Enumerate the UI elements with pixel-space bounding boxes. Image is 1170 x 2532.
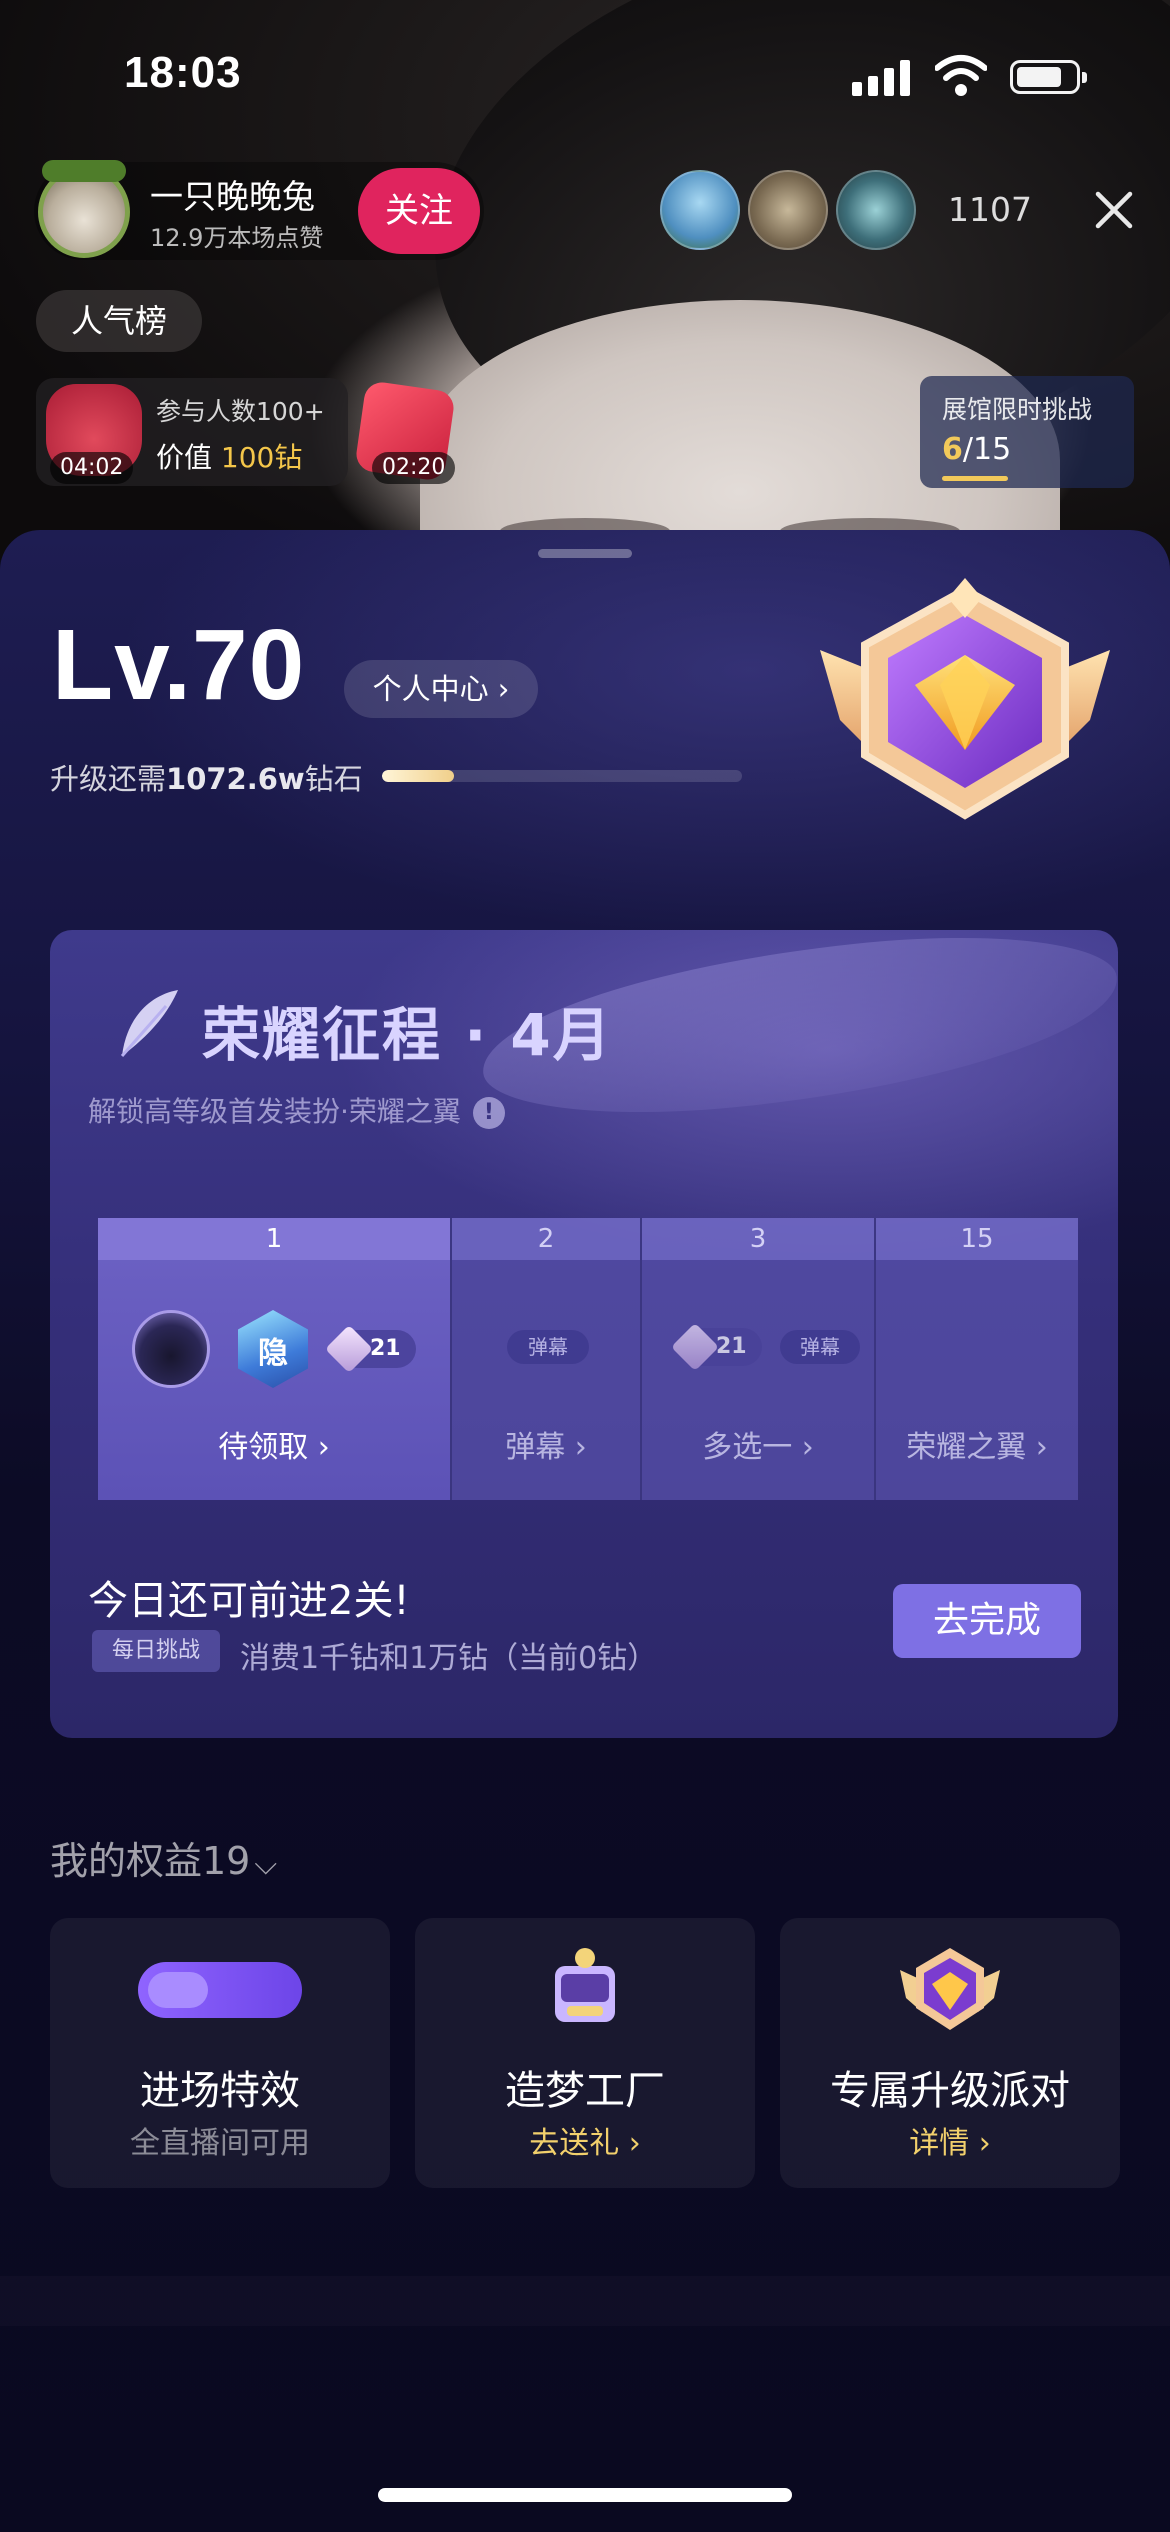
hidden-badge-text: 隐	[258, 1336, 288, 1371]
status-bar: 18:03	[0, 0, 1170, 150]
benefit-card-upgrade-party[interactable]: 专属升级派对 详情 ›	[780, 1918, 1120, 2188]
red-packet-timer: 04:02	[50, 452, 134, 484]
entrance-effect-icon	[138, 1962, 302, 2018]
chevron-down-icon: ⌵	[254, 1847, 278, 1882]
home-indicator[interactable]	[378, 2488, 792, 2502]
host-name[interactable]: 一只晚晚兔	[150, 170, 315, 218]
diamond-icon	[670, 1322, 720, 1372]
benefit-name: 造梦工厂	[505, 2068, 665, 2114]
dream-machine-icon	[555, 1948, 615, 2022]
today-progress-text: 今日还可前进2关!	[88, 1578, 410, 1624]
exhibition-challenge-total: /15	[962, 432, 1012, 467]
hidden-badge-icon: 隐	[238, 1310, 308, 1388]
exhibition-challenge-title: 展馆限时挑战	[942, 395, 1093, 424]
upgrade-suffix: 钻石	[304, 762, 363, 796]
status-time: 18:03	[124, 48, 242, 97]
stage-item[interactable]: 3 21 弹幕 多选一 ›	[640, 1218, 874, 1500]
benefit-link[interactable]: 去送礼 ›	[415, 2118, 755, 2162]
sheet-drag-handle[interactable]	[538, 549, 632, 558]
benefit-name: 专属升级派对	[830, 2068, 1070, 2114]
benefits-title-text: 我的权益19	[50, 1839, 251, 1883]
battery-icon	[1010, 60, 1087, 94]
exhibition-challenge-bar	[942, 476, 1008, 481]
red-packet-value: 价值 100钻	[156, 436, 302, 476]
benefit-sub: 全直播间可用	[130, 2126, 310, 2161]
stage-number: 3	[642, 1218, 874, 1260]
level-progress-bar	[382, 770, 742, 782]
benefit-link[interactable]: 详情 ›	[780, 2118, 1120, 2162]
popularity-rank-button[interactable]: 人气榜	[36, 290, 202, 352]
benefits-title[interactable]: 我的权益19 ⌵	[50, 1830, 277, 1885]
stage-label: 待领取 ›	[218, 1430, 330, 1465]
host-avatar-badge	[42, 160, 126, 182]
go-complete-button[interactable]: 去完成	[893, 1584, 1081, 1658]
stage-number: 2	[452, 1218, 640, 1260]
diamond-chip: 21	[324, 1324, 416, 1374]
diamond-chip: 21	[670, 1322, 762, 1372]
exhibition-challenge-progress: 6/15	[942, 432, 1011, 467]
follow-button[interactable]: 关注	[358, 168, 480, 254]
danmaku-chip: 弹幕	[780, 1330, 860, 1364]
glory-subtitle: 解锁高等级首发装扮·荣耀之翼!	[88, 1090, 505, 1130]
upgrade-requirement: 升级还需1072.6w钻石	[50, 756, 363, 798]
level-badge-icon	[820, 578, 1110, 820]
feather-icon	[120, 990, 178, 1057]
benefit-card-entrance-effect[interactable]: 进场特效 全直播间可用	[50, 1918, 390, 2188]
personal-center-button[interactable]: 个人中心 ›	[344, 660, 538, 718]
diamond-count: 21	[716, 1334, 747, 1359]
viewer-avatar[interactable]	[836, 170, 916, 250]
diamond-count: 21	[370, 1336, 401, 1361]
glory-subtitle-text: 解锁高等级首发装扮·荣耀之翼	[88, 1095, 461, 1128]
red-packet-value-amount: 100钻	[220, 441, 303, 474]
viewer-count[interactable]: 1107	[948, 190, 1032, 229]
glory-title: 荣耀征程 · 4月	[202, 1001, 613, 1069]
daily-challenge-tag: 每日挑战	[92, 1630, 220, 1672]
benefit-name: 进场特效	[140, 2068, 300, 2114]
gift-box-timer: 02:20	[372, 452, 456, 484]
stage-item[interactable]: 1 隐 21 待领取 ›	[98, 1218, 450, 1500]
stage-number: 15	[876, 1218, 1078, 1260]
level-title: Lv.70	[52, 609, 306, 721]
red-packet-participants: 参与人数100+	[156, 397, 325, 426]
diamond-icon	[324, 1324, 374, 1374]
upgrade-prefix: 升级还需	[50, 762, 167, 796]
stage-item[interactable]: 2 弹幕 弹幕 ›	[450, 1218, 640, 1500]
stage-number: 1	[98, 1218, 450, 1260]
stage-label: 荣耀之翼 ›	[906, 1430, 1048, 1465]
level-progress-fill	[382, 770, 454, 782]
viewer-avatar[interactable]	[660, 170, 740, 250]
stage-label: 弹幕 ›	[505, 1430, 587, 1465]
wifi-icon	[935, 55, 987, 96]
close-icon[interactable]	[1090, 186, 1138, 234]
info-icon[interactable]: !	[472, 1097, 505, 1129]
danmaku-chip: 弹幕	[507, 1330, 589, 1364]
daily-challenge-description: 消费1千钻和1万钻（当前0钻）	[240, 1641, 658, 1676]
bottom-divider	[0, 2276, 1170, 2326]
benefit-card-dream-factory[interactable]: 造梦工厂 去送礼 ›	[415, 1918, 755, 2188]
stage-label: 多选一 ›	[702, 1430, 814, 1465]
cellular-signal-icon	[852, 58, 914, 96]
hooded-avatar-icon	[132, 1310, 210, 1388]
glory-journey-card: 荣耀征程 · 4月 解锁高等级首发装扮·荣耀之翼! 1 隐 21 待领取 › 2…	[50, 930, 1118, 1738]
viewer-avatar[interactable]	[748, 170, 828, 250]
upgrade-amount: 1072.6w	[166, 762, 305, 796]
red-packet-value-prefix: 价值	[156, 441, 213, 474]
upgrade-party-badge-icon	[900, 1948, 1000, 2030]
stage-item[interactable]: 15 荣耀之翼 ›	[874, 1218, 1078, 1500]
exhibition-challenge-current: 6	[942, 432, 963, 467]
glory-stages: 1 隐 21 待领取 › 2 弹幕 弹幕 › 3 21 弹幕 多选一 › 15 …	[98, 1218, 1078, 1500]
host-likes: 12.9万本场点赞	[150, 224, 324, 252]
